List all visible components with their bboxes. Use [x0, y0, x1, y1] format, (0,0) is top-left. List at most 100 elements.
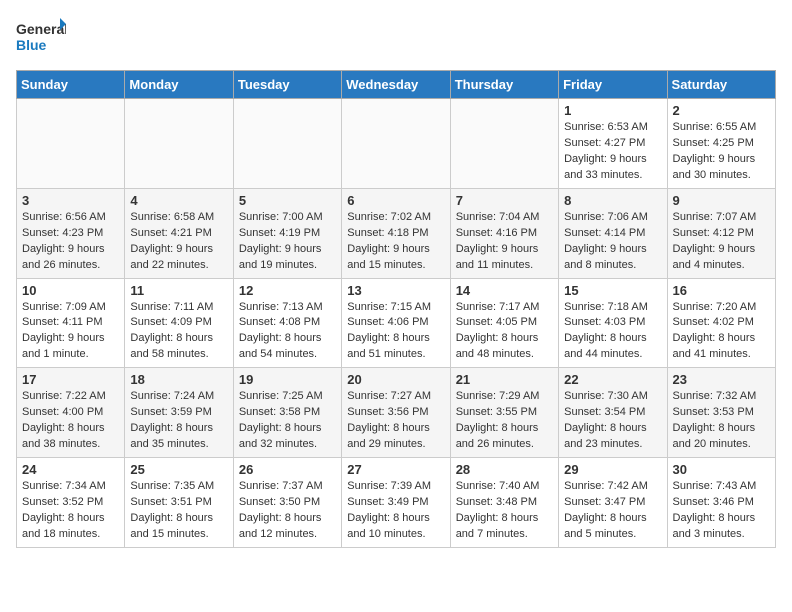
day-info: Sunrise: 7:00 AM Sunset: 4:19 PM Dayligh…: [239, 210, 336, 274]
calendar-cell: 21 Sunrise: 7:29 AM Sunset: 3:55 PM Dayli…: [450, 368, 558, 458]
calendar-cell: 6 Sunrise: 7:02 AM Sunset: 4:18 PM Daylig…: [342, 188, 450, 278]
day-number: 22: [564, 372, 661, 387]
day-info: Sunrise: 7:07 AM Sunset: 4:12 PM Dayligh…: [673, 210, 770, 274]
day-number: 3: [22, 193, 119, 208]
day-info: Sunrise: 7:42 AM Sunset: 3:47 PM Dayligh…: [564, 479, 661, 543]
weekday-header-row: SundayMondayTuesdayWednesdayThursdayFrid…: [17, 71, 776, 99]
calendar-cell: [17, 99, 125, 189]
calendar-cell: [450, 99, 558, 189]
day-number: 24: [22, 462, 119, 477]
day-info: Sunrise: 7:43 AM Sunset: 3:46 PM Dayligh…: [673, 479, 770, 543]
calendar-cell: 29 Sunrise: 7:42 AM Sunset: 3:47 PM Dayli…: [559, 458, 667, 548]
day-number: 7: [456, 193, 553, 208]
day-number: 17: [22, 372, 119, 387]
day-info: Sunrise: 7:18 AM Sunset: 4:03 PM Dayligh…: [564, 300, 661, 364]
day-info: Sunrise: 6:53 AM Sunset: 4:27 PM Dayligh…: [564, 120, 661, 184]
day-number: 12: [239, 283, 336, 298]
calendar-cell: 9 Sunrise: 7:07 AM Sunset: 4:12 PM Daylig…: [667, 188, 775, 278]
calendar-week-2: 3 Sunrise: 6:56 AM Sunset: 4:23 PM Daylig…: [17, 188, 776, 278]
svg-text:General: General: [16, 21, 66, 37]
calendar-cell: 10 Sunrise: 7:09 AM Sunset: 4:11 PM Dayli…: [17, 278, 125, 368]
calendar-cell: 23 Sunrise: 7:32 AM Sunset: 3:53 PM Dayli…: [667, 368, 775, 458]
day-info: Sunrise: 7:27 AM Sunset: 3:56 PM Dayligh…: [347, 389, 444, 453]
svg-text:Blue: Blue: [16, 37, 47, 53]
day-number: 20: [347, 372, 444, 387]
day-number: 18: [130, 372, 227, 387]
day-number: 27: [347, 462, 444, 477]
day-info: Sunrise: 6:55 AM Sunset: 4:25 PM Dayligh…: [673, 120, 770, 184]
calendar-week-5: 24Sunrise: 7:34 AM Sunset: 3:52 PM Dayli…: [17, 458, 776, 548]
day-info: Sunrise: 6:58 AM Sunset: 4:21 PM Dayligh…: [130, 210, 227, 274]
day-info: Sunrise: 7:32 AM Sunset: 3:53 PM Dayligh…: [673, 389, 770, 453]
calendar-cell: 7 Sunrise: 7:04 AM Sunset: 4:16 PM Daylig…: [450, 188, 558, 278]
calendar-cell: 4Sunrise: 6:58 AM Sunset: 4:21 PM Daylig…: [125, 188, 233, 278]
day-info: Sunrise: 7:25 AM Sunset: 3:58 PM Dayligh…: [239, 389, 336, 453]
day-number: 25: [130, 462, 227, 477]
day-number: 13: [347, 283, 444, 298]
day-number: 21: [456, 372, 553, 387]
day-number: 29: [564, 462, 661, 477]
calendar-week-1: 1 Sunrise: 6:53 AM Sunset: 4:27 PM Daylig…: [17, 99, 776, 189]
day-info: Sunrise: 7:02 AM Sunset: 4:18 PM Dayligh…: [347, 210, 444, 274]
day-info: Sunrise: 7:29 AM Sunset: 3:55 PM Dayligh…: [456, 389, 553, 453]
calendar-cell: 18 Sunrise: 7:24 AM Sunset: 3:59 PM Dayli…: [125, 368, 233, 458]
calendar-cell: 24Sunrise: 7:34 AM Sunset: 3:52 PM Dayli…: [17, 458, 125, 548]
day-number: 30: [673, 462, 770, 477]
weekday-header-monday: Monday: [125, 71, 233, 99]
header: General Blue: [16, 16, 776, 60]
day-number: 8: [564, 193, 661, 208]
calendar-week-3: 10 Sunrise: 7:09 AM Sunset: 4:11 PM Dayli…: [17, 278, 776, 368]
day-number: 16: [673, 283, 770, 298]
day-number: 2: [673, 103, 770, 118]
weekday-header-wednesday: Wednesday: [342, 71, 450, 99]
calendar-cell: 26 Sunrise: 7:37 AM Sunset: 3:50 PM Dayli…: [233, 458, 341, 548]
calendar-cell: [125, 99, 233, 189]
calendar-cell: 30 Sunrise: 7:43 AM Sunset: 3:46 PM Dayli…: [667, 458, 775, 548]
calendar-cell: 5Sunrise: 7:00 AM Sunset: 4:19 PM Daylig…: [233, 188, 341, 278]
day-info: Sunrise: 7:35 AM Sunset: 3:51 PM Dayligh…: [130, 479, 227, 543]
day-number: 11: [130, 283, 227, 298]
day-number: 1: [564, 103, 661, 118]
calendar-cell: 14Sunrise: 7:17 AM Sunset: 4:05 PM Dayli…: [450, 278, 558, 368]
calendar-cell: 13 Sunrise: 7:15 AM Sunset: 4:06 PM Dayli…: [342, 278, 450, 368]
day-info: Sunrise: 7:24 AM Sunset: 3:59 PM Dayligh…: [130, 389, 227, 453]
calendar-cell: 22 Sunrise: 7:30 AM Sunset: 3:54 PM Dayli…: [559, 368, 667, 458]
day-number: 23: [673, 372, 770, 387]
day-number: 19: [239, 372, 336, 387]
day-number: 10: [22, 283, 119, 298]
weekday-header-friday: Friday: [559, 71, 667, 99]
calendar-cell: 28Sunrise: 7:40 AM Sunset: 3:48 PM Dayli…: [450, 458, 558, 548]
calendar-cell: 8Sunrise: 7:06 AM Sunset: 4:14 PM Daylig…: [559, 188, 667, 278]
weekday-header-saturday: Saturday: [667, 71, 775, 99]
calendar-cell: 3 Sunrise: 6:56 AM Sunset: 4:23 PM Daylig…: [17, 188, 125, 278]
calendar-cell: 2 Sunrise: 6:55 AM Sunset: 4:25 PM Daylig…: [667, 99, 775, 189]
calendar-cell: 12 Sunrise: 7:13 AM Sunset: 4:08 PM Dayli…: [233, 278, 341, 368]
calendar-week-4: 17Sunrise: 7:22 AM Sunset: 4:00 PM Dayli…: [17, 368, 776, 458]
day-info: Sunrise: 7:13 AM Sunset: 4:08 PM Dayligh…: [239, 300, 336, 364]
day-info: Sunrise: 7:37 AM Sunset: 3:50 PM Dayligh…: [239, 479, 336, 543]
calendar-cell: 27Sunrise: 7:39 AM Sunset: 3:49 PM Dayli…: [342, 458, 450, 548]
day-info: Sunrise: 6:56 AM Sunset: 4:23 PM Dayligh…: [22, 210, 119, 274]
day-number: 28: [456, 462, 553, 477]
weekday-header-tuesday: Tuesday: [233, 71, 341, 99]
day-number: 9: [673, 193, 770, 208]
calendar-cell: 11Sunrise: 7:11 AM Sunset: 4:09 PM Dayli…: [125, 278, 233, 368]
calendar-cell: 16 Sunrise: 7:20 AM Sunset: 4:02 PM Dayli…: [667, 278, 775, 368]
day-info: Sunrise: 7:20 AM Sunset: 4:02 PM Dayligh…: [673, 300, 770, 364]
day-number: 14: [456, 283, 553, 298]
logo-svg: General Blue: [16, 16, 66, 60]
calendar-cell: [342, 99, 450, 189]
calendar-cell: 25 Sunrise: 7:35 AM Sunset: 3:51 PM Dayli…: [125, 458, 233, 548]
day-number: 15: [564, 283, 661, 298]
logo: General Blue: [16, 16, 66, 60]
calendar-table: SundayMondayTuesdayWednesdayThursdayFrid…: [16, 70, 776, 548]
day-info: Sunrise: 7:15 AM Sunset: 4:06 PM Dayligh…: [347, 300, 444, 364]
day-number: 26: [239, 462, 336, 477]
day-info: Sunrise: 7:04 AM Sunset: 4:16 PM Dayligh…: [456, 210, 553, 274]
day-number: 6: [347, 193, 444, 208]
day-info: Sunrise: 7:30 AM Sunset: 3:54 PM Dayligh…: [564, 389, 661, 453]
calendar-cell: 20 Sunrise: 7:27 AM Sunset: 3:56 PM Dayli…: [342, 368, 450, 458]
calendar-cell: 1 Sunrise: 6:53 AM Sunset: 4:27 PM Daylig…: [559, 99, 667, 189]
day-info: Sunrise: 7:09 AM Sunset: 4:11 PM Dayligh…: [22, 300, 119, 364]
calendar-cell: 17Sunrise: 7:22 AM Sunset: 4:00 PM Dayli…: [17, 368, 125, 458]
